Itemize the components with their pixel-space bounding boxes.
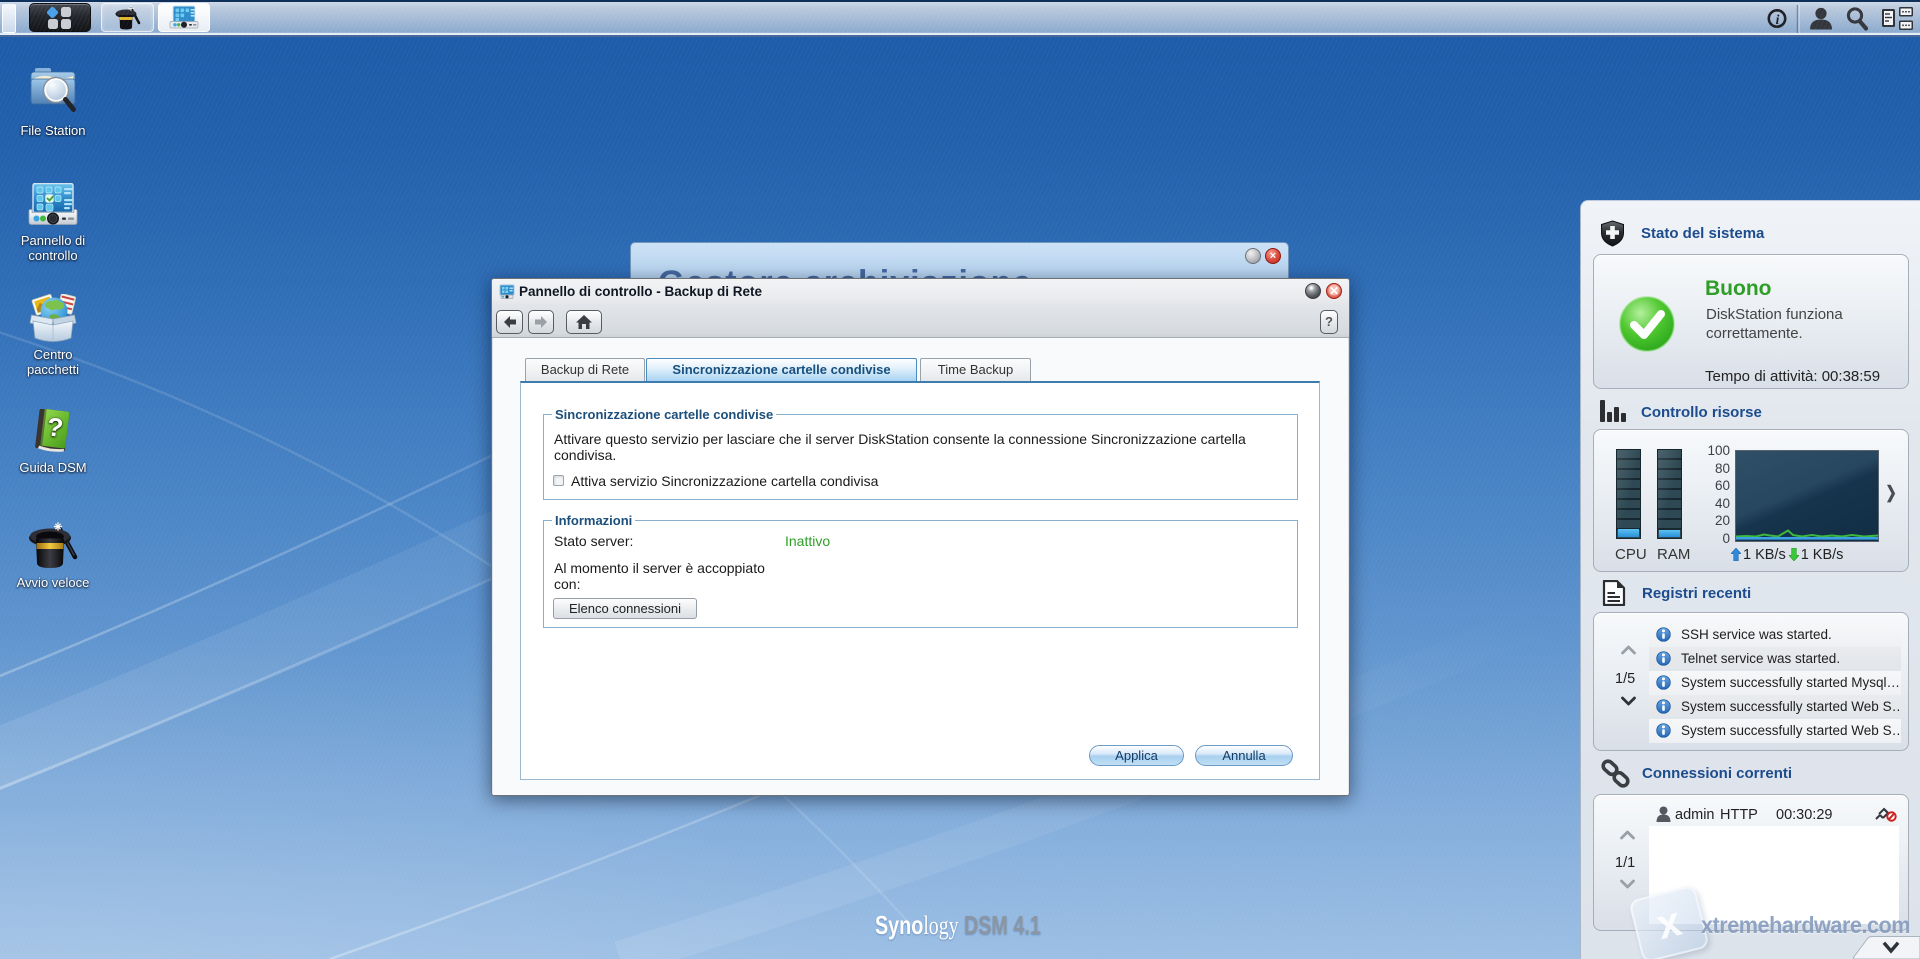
- svg-text:i: i: [1776, 12, 1780, 27]
